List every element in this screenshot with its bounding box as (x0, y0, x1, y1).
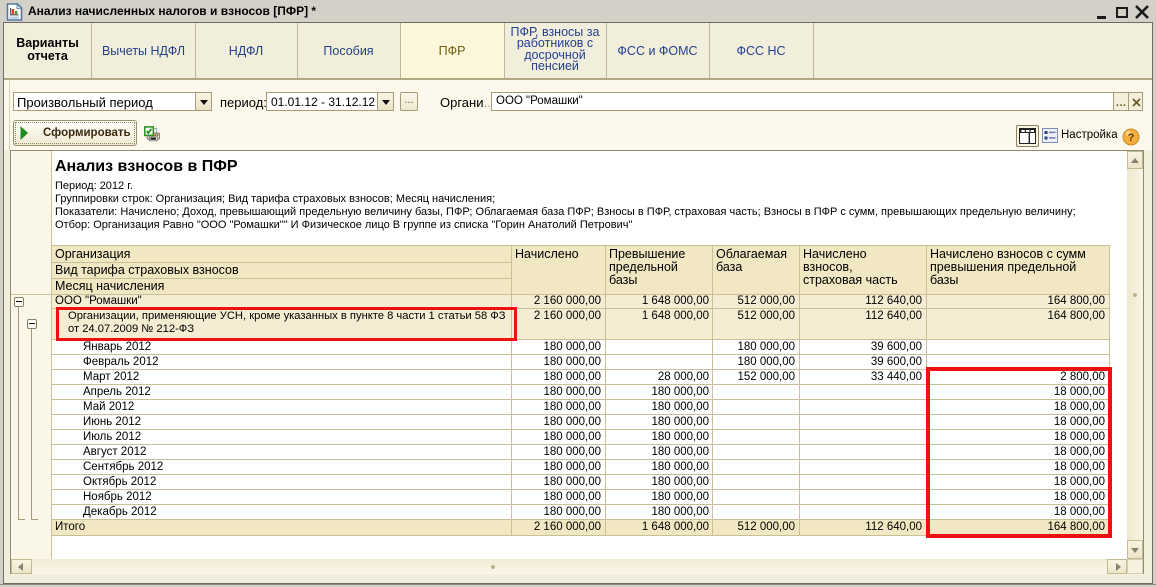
svg-text:?: ? (1128, 132, 1135, 144)
